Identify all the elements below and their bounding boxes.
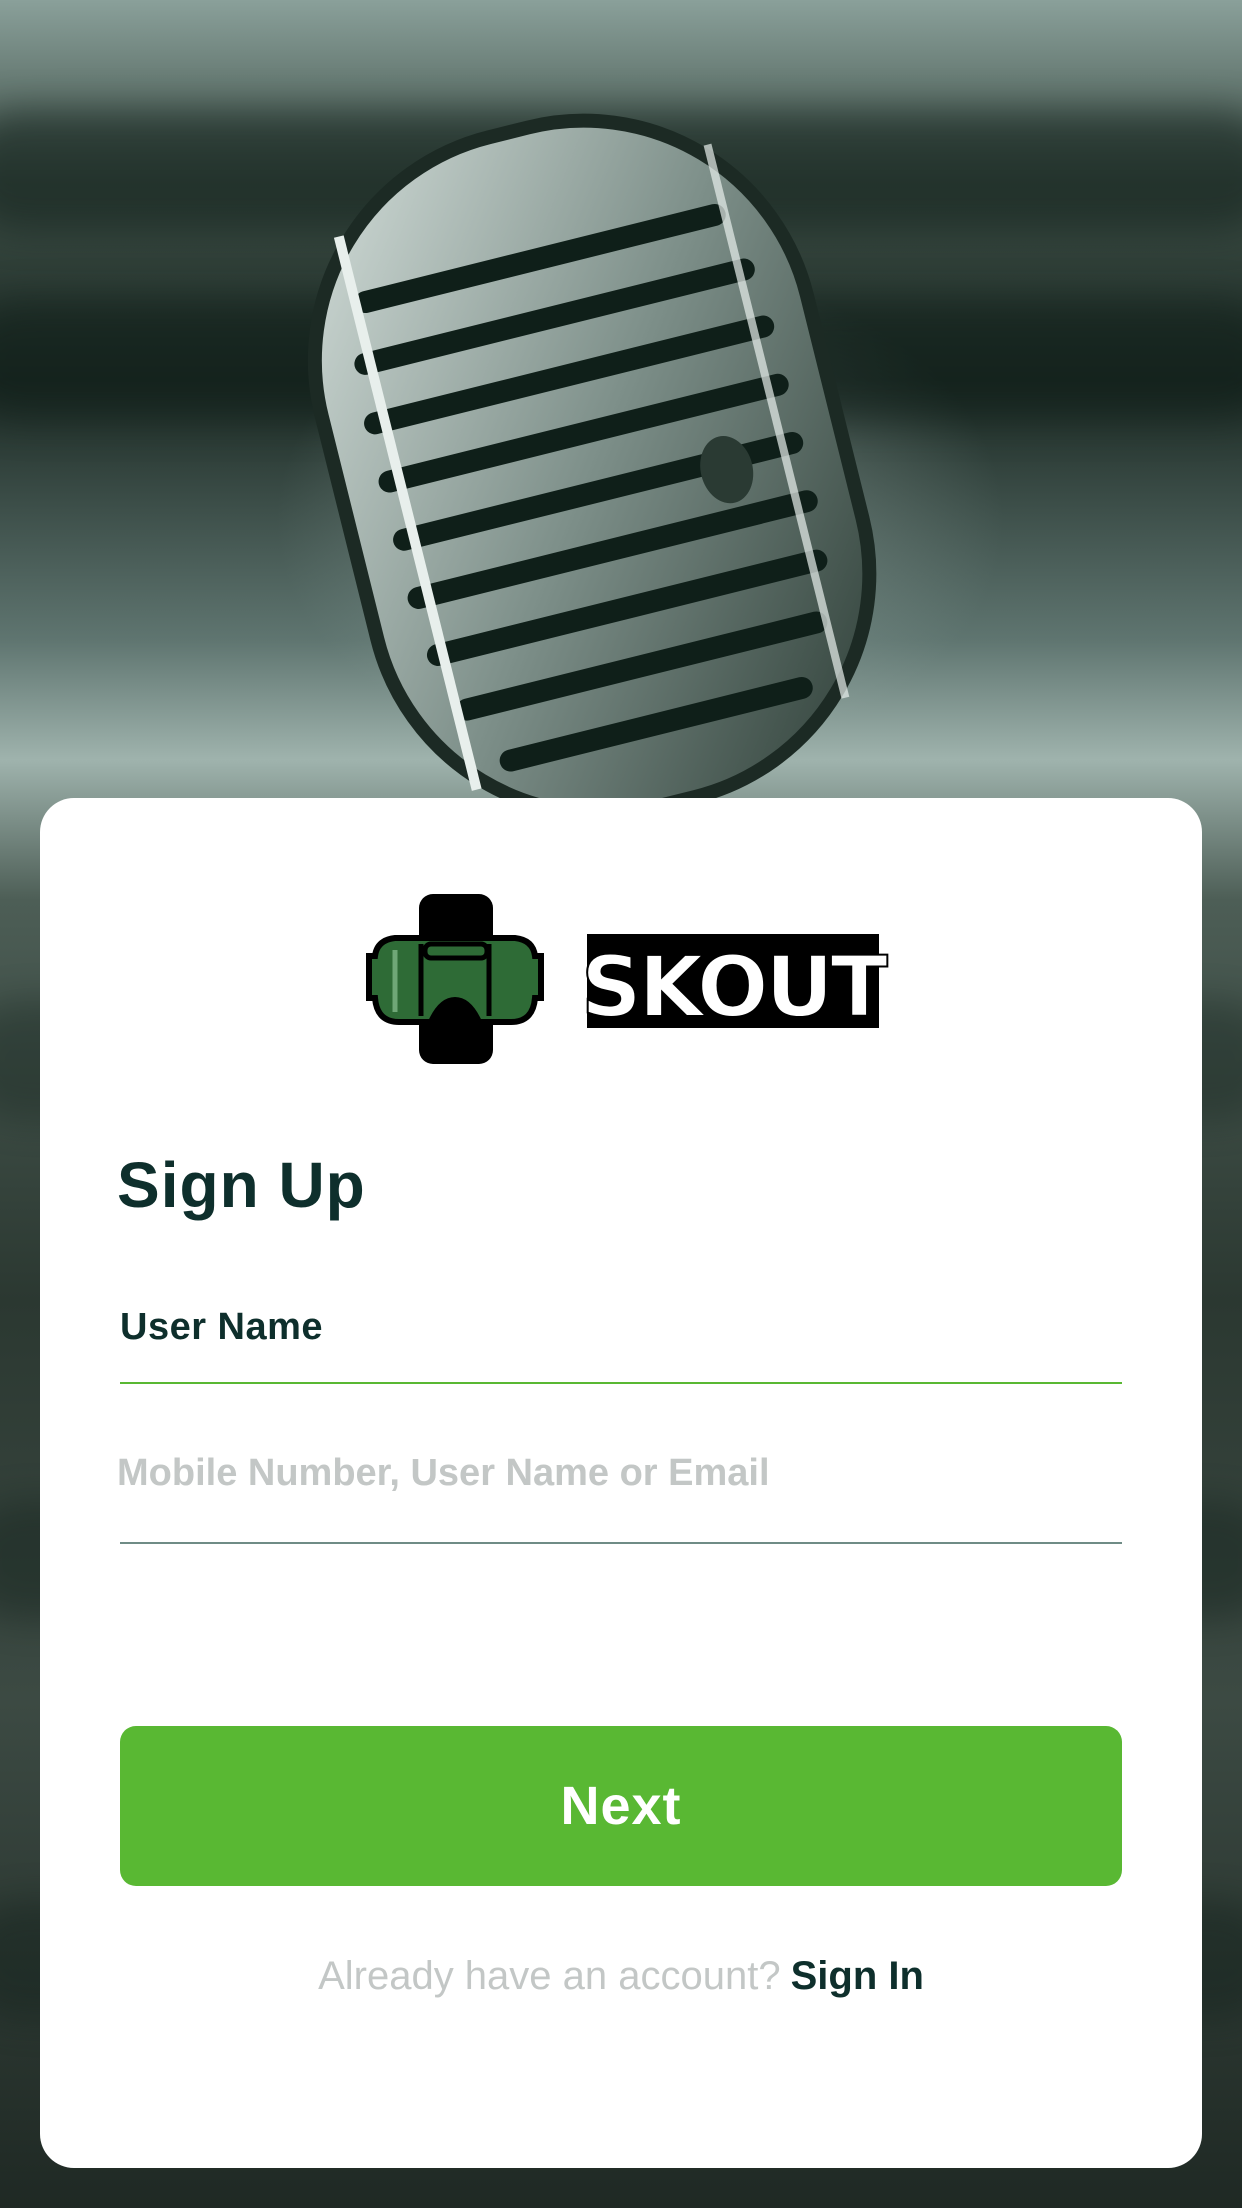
app-logo: SKOUT bbox=[366, 894, 892, 1064]
svg-text:SKOUT: SKOUT bbox=[581, 938, 887, 1036]
signin-prompt-text: Already have an account? bbox=[318, 1954, 781, 1998]
signin-prompt: Already have an account? Sign In bbox=[40, 1954, 1202, 1999]
signup-card: SKOUT Sign Up User Name Next Already hav… bbox=[40, 798, 1202, 2168]
username-label: User Name bbox=[120, 1306, 324, 1348]
next-button[interactable]: Next bbox=[120, 1726, 1122, 1886]
username-input[interactable] bbox=[117, 1438, 1122, 1508]
page-title: Sign Up bbox=[117, 1149, 366, 1221]
input-underline bbox=[120, 1542, 1122, 1544]
microphone-icon bbox=[307, 113, 877, 815]
signin-link[interactable]: Sign In bbox=[791, 1954, 924, 1998]
skout-wordmark: SKOUT bbox=[580, 934, 892, 1037]
vr-headset-icon bbox=[366, 894, 544, 1064]
label-divider bbox=[120, 1382, 1122, 1384]
